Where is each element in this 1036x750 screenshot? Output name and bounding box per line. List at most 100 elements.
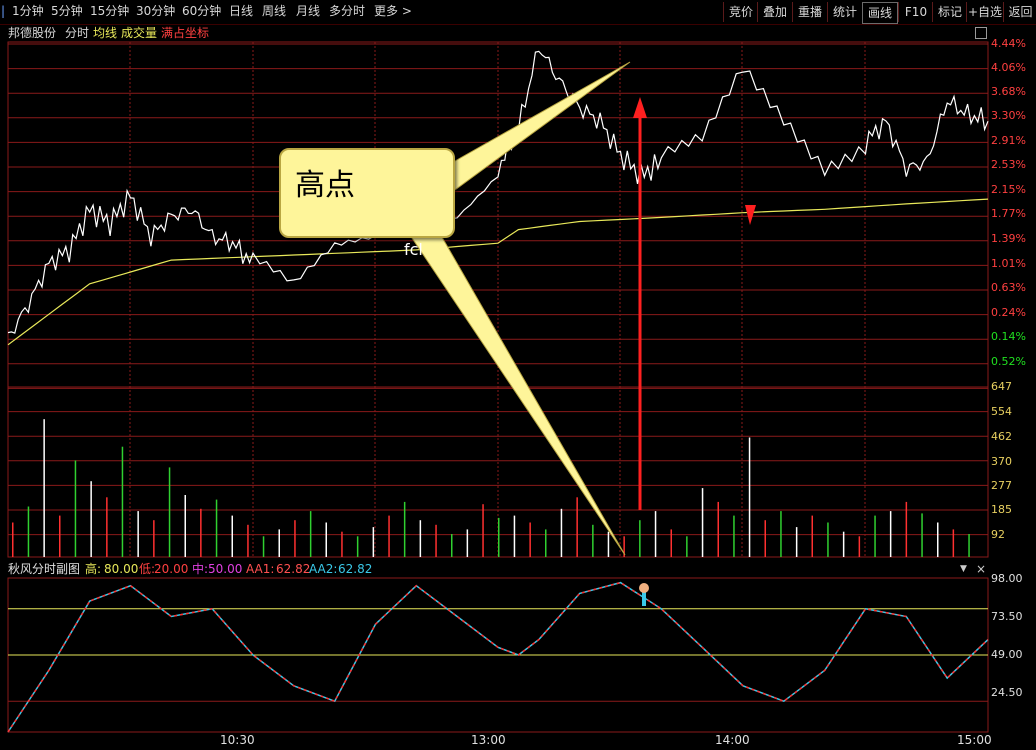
volume-bar — [686, 536, 688, 557]
volume-bar — [403, 501, 406, 557]
volume-bar — [231, 515, 233, 557]
volume-bar — [513, 515, 516, 557]
volume-bar — [701, 488, 704, 557]
volume-bar — [795, 527, 798, 557]
volume-bar — [106, 497, 108, 557]
volume-bar — [451, 534, 453, 557]
volume-bar — [309, 511, 312, 557]
volume-bar — [670, 529, 672, 557]
indicator-marker-bar — [642, 592, 646, 606]
volume-bar — [921, 513, 923, 557]
volume-bar — [59, 515, 61, 557]
volume-bar — [435, 524, 437, 557]
volume-tick: 185 — [991, 503, 1012, 516]
volume-bar — [529, 522, 531, 557]
volume-bar — [874, 515, 876, 557]
volume-bar — [74, 460, 77, 557]
indicator-high-label: 高: — [85, 562, 102, 576]
volume-bar — [889, 511, 892, 557]
indicator-low-value: 20.00 — [154, 562, 189, 576]
volume-tick: 370 — [991, 455, 1012, 468]
volume-bar — [247, 524, 249, 557]
volume-tick: 92 — [991, 528, 1005, 541]
indicator-tick: 73.50 — [991, 610, 1023, 623]
time-tick: 10:30 — [220, 733, 255, 747]
volume-bar — [388, 515, 390, 557]
volume-bar — [153, 520, 155, 557]
volume-bar — [780, 511, 782, 557]
indicator-aa1-label: AA1: — [246, 562, 275, 576]
indicator-tick: 24.50 — [991, 686, 1023, 699]
volume-bar — [733, 515, 735, 557]
price-tick: 2.53% — [991, 158, 1026, 171]
volume-bar — [952, 529, 955, 557]
volume-bar — [372, 527, 375, 557]
indicator-menu-icon[interactable]: ▼ — [960, 561, 967, 577]
volume-bar — [466, 529, 469, 557]
indicator-tick: 49.00 — [991, 648, 1023, 661]
time-tick: 13:00 — [471, 733, 506, 747]
volume-bar — [90, 481, 92, 557]
price-tick: 1.39% — [991, 232, 1026, 245]
volume-bar — [576, 497, 578, 557]
price-tick: 2.15% — [991, 183, 1026, 196]
price-tick: 4.44% — [991, 37, 1026, 50]
indicator-aa2-label: AA2: — [309, 562, 338, 576]
indicator-low-label: 低: — [139, 562, 156, 576]
high-point-callout[interactable]: 高点 — [279, 148, 455, 238]
indicator-aa1-line — [7, 581, 989, 733]
price-tick: 0.24% — [991, 306, 1026, 319]
volume-bar — [968, 534, 970, 557]
volume-bar — [325, 522, 327, 557]
volume-bar — [592, 524, 594, 557]
indicator-close-icon[interactable]: × — [976, 561, 986, 577]
volume-bar — [842, 531, 845, 557]
volume-bar — [121, 446, 124, 557]
volume-tick: 554 — [991, 405, 1012, 418]
volume-bar — [137, 511, 139, 557]
volume-bar — [482, 504, 484, 557]
time-tick: 14:00 — [715, 733, 750, 747]
time-tick: 15:00 — [957, 733, 992, 747]
volume-bar — [811, 515, 813, 557]
volume-bar — [498, 517, 500, 557]
indicator-mid-value: 50.00 — [208, 562, 243, 576]
price-tick: 0.63% — [991, 281, 1026, 294]
indicator-mid-label: 中: — [192, 562, 209, 576]
volume-bar — [545, 529, 547, 557]
volume-bar — [639, 520, 641, 557]
volume-bar — [200, 508, 202, 557]
indicator-aa2-value: 62.82 — [338, 562, 373, 576]
volume-bar — [168, 467, 171, 557]
volume-bar — [43, 419, 45, 557]
volume-bar — [294, 520, 296, 557]
volume-bar — [341, 531, 343, 557]
callout-label: 高点 — [295, 168, 355, 203]
price-tick: 0.14% — [991, 330, 1026, 343]
volume-bar — [27, 506, 30, 557]
volume-bar — [12, 522, 14, 557]
price-tick: 4.06% — [991, 61, 1026, 74]
volume-bar — [607, 531, 610, 557]
indicator-marker-icon — [639, 583, 649, 593]
intraday-chart — [7, 41, 989, 733]
volume-tick: 462 — [991, 430, 1012, 443]
indicator-high-value: 80.00 — [104, 562, 139, 576]
volume-bar — [419, 520, 422, 557]
price-tick: 1.77% — [991, 207, 1026, 220]
indicator-tick: 98.00 — [991, 572, 1023, 585]
price-tick: 3.30% — [991, 109, 1026, 122]
volume-bar — [215, 499, 218, 557]
indicator-aa1-value: 62.82 — [276, 562, 311, 576]
callout-pointer-bottom — [407, 224, 626, 556]
volume-bar — [654, 511, 657, 557]
indicator-name[interactable]: 秋风分时副图 — [8, 561, 80, 577]
volume-bar — [937, 522, 939, 557]
volume-bar — [184, 495, 186, 557]
volume-bar — [748, 437, 751, 557]
marker-down-icon — [745, 205, 756, 225]
volume-bar — [905, 501, 908, 557]
volume-tick: 647 — [991, 380, 1012, 393]
volume-bar — [278, 529, 280, 557]
volume-bar — [356, 536, 359, 557]
